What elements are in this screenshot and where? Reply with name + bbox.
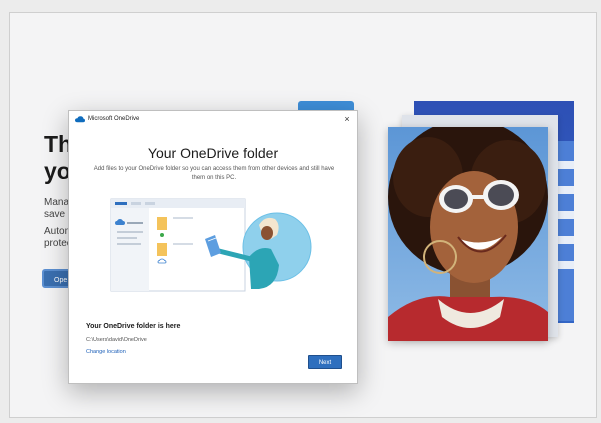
next-button[interactable]: Next xyxy=(308,355,342,369)
location-label: Your OneDrive folder is here xyxy=(86,323,181,330)
dialog-heading: Your OneDrive folder xyxy=(147,145,279,161)
woman-photo xyxy=(388,127,548,341)
location-path: C:\Users\david\OneDrive xyxy=(86,337,147,343)
dialog-titlebar: Microsoft OneDrive × xyxy=(69,111,357,127)
dialog-app-title: Microsoft OneDrive xyxy=(88,116,140,122)
change-location-link[interactable]: Change location xyxy=(86,349,126,355)
close-icon[interactable]: × xyxy=(342,114,352,124)
onedrive-cloud-icon xyxy=(75,115,85,122)
onedrive-folder-illustration xyxy=(110,198,312,292)
onedrive-dialog: Microsoft OneDrive × Your OneDrive folde… xyxy=(68,110,358,384)
dialog-description: Add files to your OneDrive folder so you… xyxy=(93,166,335,181)
